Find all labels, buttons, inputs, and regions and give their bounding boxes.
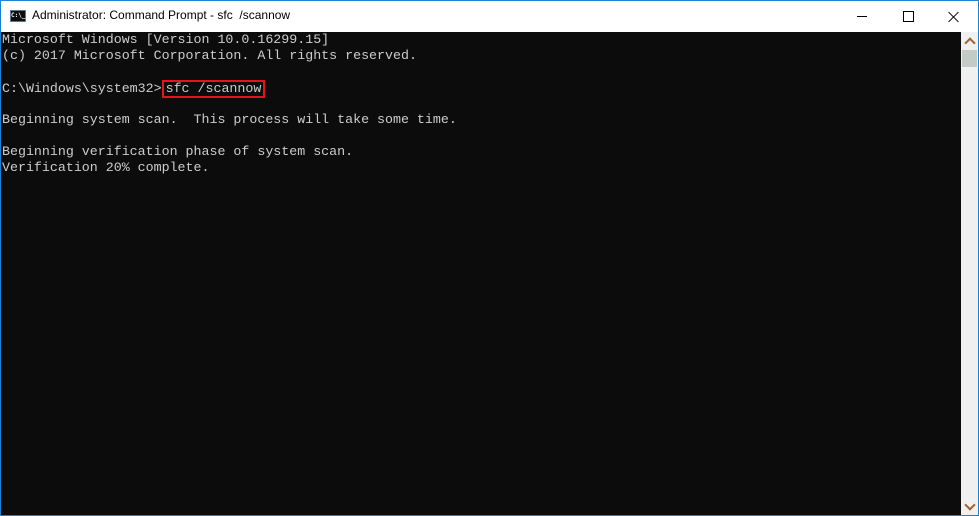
cmd-app-icon[interactable]: C:\_	[10, 10, 26, 22]
title-bar[interactable]: C:\_ Administrator: Command Prompt - sfc…	[1, 1, 978, 32]
console-line: Microsoft Windows [Version 10.0.16299.15…	[2, 32, 330, 47]
minimize-button[interactable]	[839, 1, 885, 32]
console-line: Verification 20% complete.	[2, 160, 210, 175]
close-icon	[948, 11, 960, 23]
close-button[interactable]	[931, 1, 977, 32]
maximize-icon	[902, 11, 914, 22]
console-line: (c) 2017 Microsoft Corporation. All righ…	[2, 48, 417, 63]
maximize-button[interactable]	[885, 1, 931, 32]
vertical-scrollbar[interactable]	[961, 32, 978, 515]
console-line: Beginning verification phase of system s…	[2, 144, 354, 159]
prompt-line: C:\Windows\system32> sfc /scannow	[2, 80, 266, 98]
scroll-up-button[interactable]	[961, 32, 978, 49]
chevron-down-icon	[963, 498, 976, 511]
prompt-path: C:\Windows\system32>	[2, 81, 162, 96]
console-output[interactable]: Microsoft Windows [Version 10.0.16299.15…	[1, 32, 961, 515]
highlighted-command: sfc /scannow	[161, 80, 266, 98]
chevron-up-icon	[963, 36, 976, 49]
minimize-icon	[857, 16, 867, 17]
scroll-thumb[interactable]	[962, 50, 977, 67]
window-title: Administrator: Command Prompt - sfc /sca…	[32, 8, 291, 22]
scroll-down-button[interactable]	[961, 498, 978, 515]
console-line: Beginning system scan. This process will…	[2, 112, 457, 127]
command-prompt-window: C:\_ Administrator: Command Prompt - sfc…	[0, 0, 979, 516]
